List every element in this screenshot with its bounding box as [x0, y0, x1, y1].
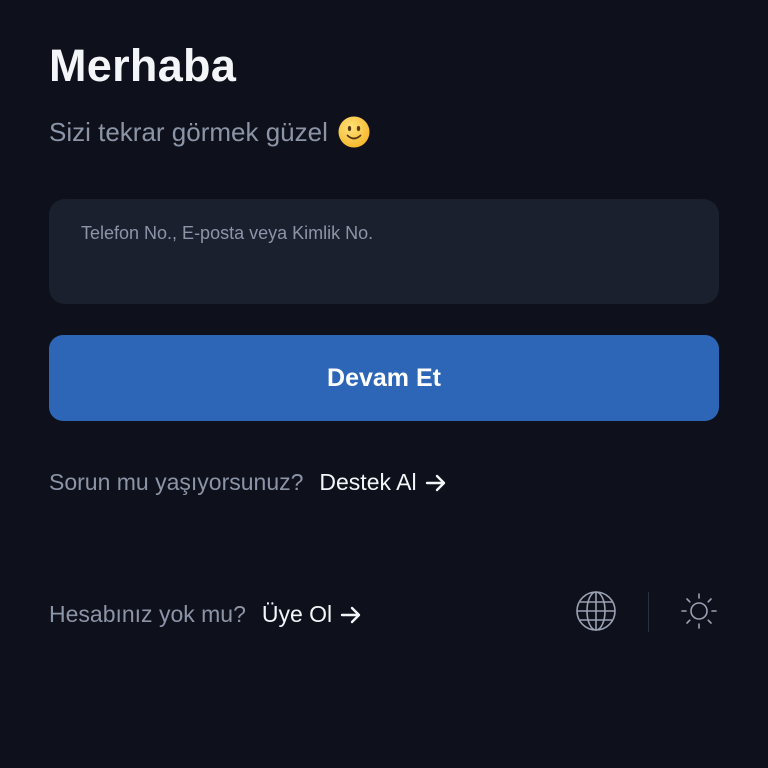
sign-up-link[interactable]: Üye Ol [262, 601, 362, 628]
page-title: Merhaba [49, 40, 237, 91]
identifier-input[interactable] [49, 199, 719, 304]
signup-question: Hesabınız yok mu? [49, 601, 246, 627]
sun-icon [681, 593, 717, 629]
theme-toggle-button[interactable] [680, 592, 718, 630]
signup-row: Hesabınız yok mu? Üye Ol [49, 601, 362, 628]
arrow-right-icon [425, 474, 445, 491]
language-button[interactable] [575, 590, 617, 632]
identifier-field[interactable]: Telefon No., E-posta veya Kimlik No. [49, 199, 719, 304]
page-subtitle: Sizi tekrar görmek güzel [49, 116, 370, 148]
slightly-smiling-face-icon [338, 116, 370, 148]
support-row: Sorun mu yaşıyorsunuz? Destek Al [49, 469, 447, 496]
login-screen: Merhaba Sizi tekrar görmek güzel Telefon… [0, 0, 768, 768]
get-support-label: Destek Al [319, 469, 417, 495]
sign-up-label: Üye Ol [261, 601, 333, 627]
globe-icon [576, 591, 616, 631]
support-question: Sorun mu yaşıyorsunuz? [49, 469, 304, 495]
get-support-link[interactable]: Destek Al [319, 469, 446, 496]
subtitle-text: Sizi tekrar görmek güzel [49, 116, 328, 147]
arrow-right-icon [340, 606, 361, 623]
icon-divider [648, 592, 649, 632]
continue-button[interactable]: Devam Et [49, 335, 719, 421]
